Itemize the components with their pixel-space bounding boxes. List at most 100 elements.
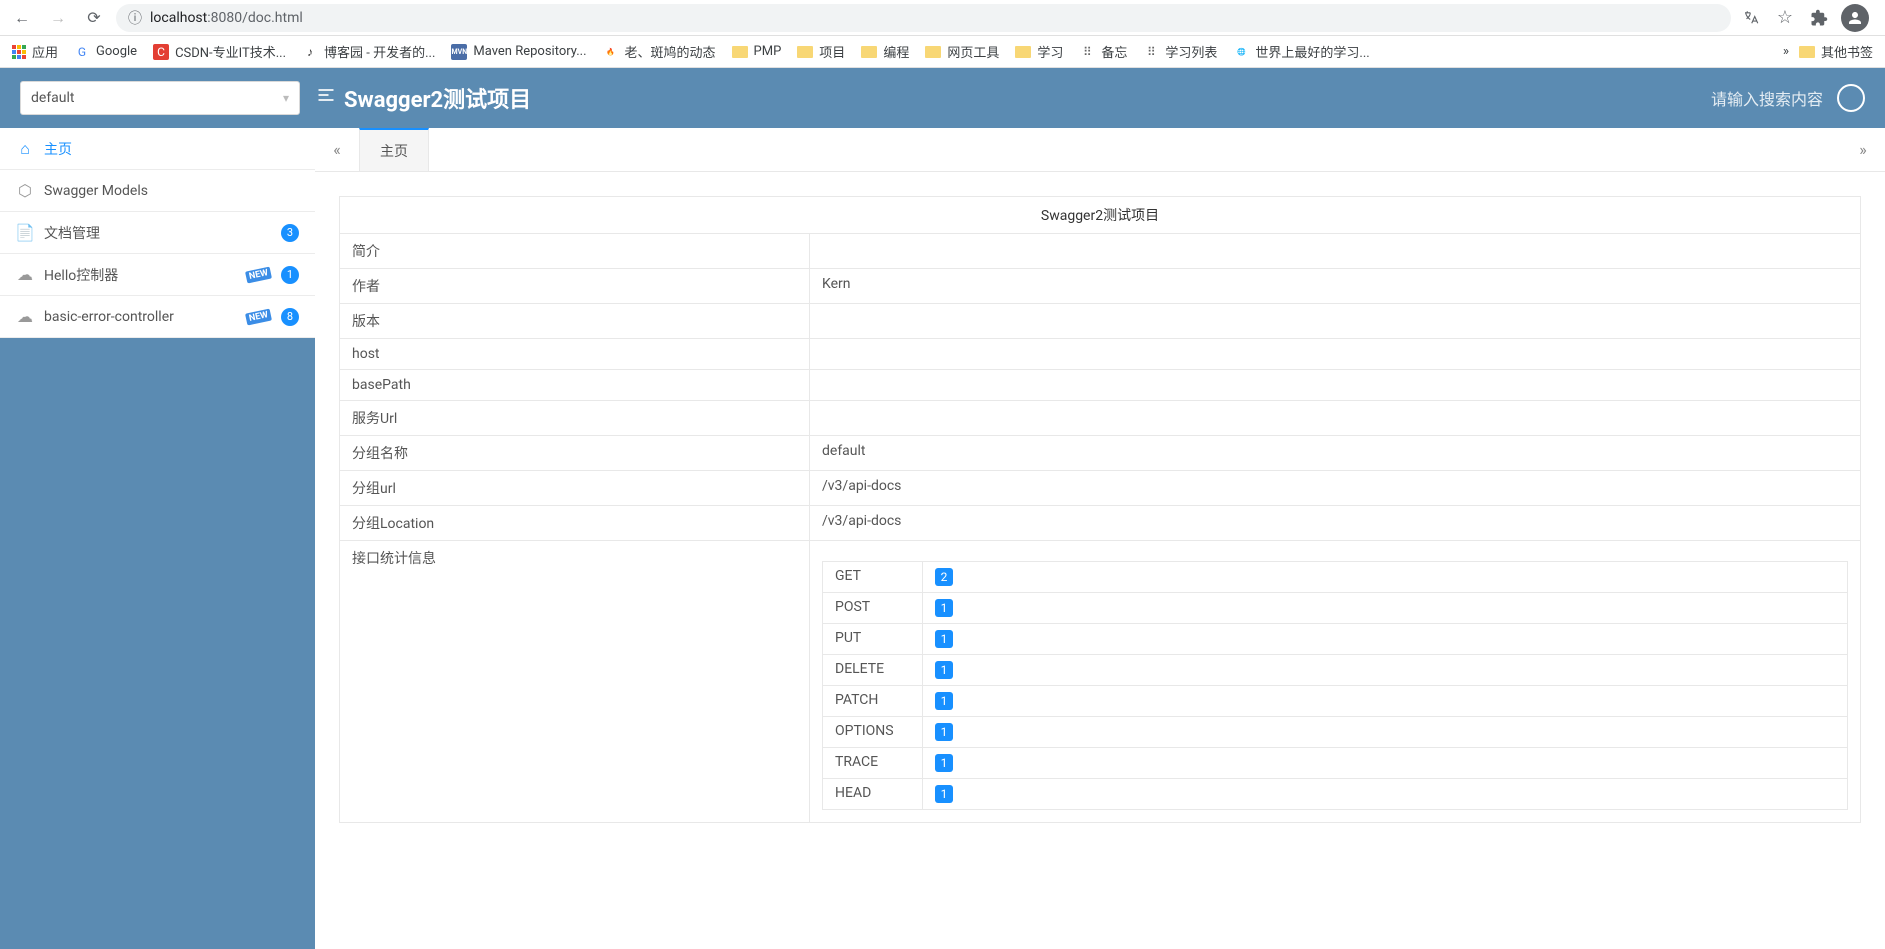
apps-icon	[12, 45, 26, 59]
bookmark-label: 编程	[883, 42, 909, 61]
sidebar: ⌂ 主页 ⬡ Swagger Models 📄 文档管理 3 ☁ Hello控制…	[0, 128, 315, 949]
info-row: 简介	[340, 234, 1861, 269]
group-select[interactable]: default	[20, 81, 300, 115]
sidebar-icon: ⬡	[16, 181, 34, 200]
stat-row: HEAD 1	[823, 779, 1848, 810]
sidebar-item[interactable]: ☁ basic-error-controller NEW8	[0, 296, 315, 338]
stat-method: POST	[823, 593, 923, 624]
stat-row: OPTIONS 1	[823, 717, 1848, 748]
site-info-icon[interactable]: ⓘ	[128, 8, 142, 28]
stat-count-cell: 1	[923, 779, 1848, 810]
bookmark-label: 博客园 - 开发者的...	[324, 42, 435, 61]
bookmark-item[interactable]: 编程	[861, 42, 909, 61]
bookmark-item[interactable]: 🔥老、斑鸠的动态	[603, 42, 716, 61]
menu-icon[interactable]	[316, 85, 336, 111]
bookmark-item[interactable]: ⠿备忘	[1079, 42, 1127, 61]
count-badge: 8	[281, 308, 299, 326]
bookmark-label: PMP	[754, 44, 782, 59]
bookmark-label: 世界上最好的学习...	[1255, 42, 1369, 61]
stat-method: PATCH	[823, 686, 923, 717]
star-icon[interactable]: ☆	[1773, 6, 1797, 30]
sidebar-item[interactable]: ⬡ Swagger Models	[0, 170, 315, 212]
app-title: Swagger2测试项目	[316, 82, 531, 114]
app-title-text: Swagger2测试项目	[344, 82, 531, 114]
back-button[interactable]: ←	[8, 4, 36, 32]
sidebar-item-label: 文档管理	[44, 223, 271, 243]
bookmark-icon: ♪	[302, 44, 318, 60]
bookmark-label: 项目	[819, 42, 845, 61]
bookmark-item[interactable]: 项目	[797, 42, 845, 61]
tab-home[interactable]: 主页	[359, 128, 429, 171]
translate-icon[interactable]	[1739, 6, 1763, 30]
tabs-next[interactable]: »	[1841, 128, 1885, 171]
other-bookmarks[interactable]: 其他书签	[1799, 42, 1873, 61]
stat-count-badge: 1	[935, 692, 953, 710]
forward-button[interactable]: →	[44, 4, 72, 32]
extensions-icon[interactable]	[1807, 6, 1831, 30]
search-placeholder[interactable]: 请输入搜索内容	[1711, 86, 1823, 110]
reload-button[interactable]: ⟳	[80, 4, 108, 32]
sidebar-item[interactable]: ⌂ 主页	[0, 128, 315, 170]
info-value: /v3/api-docs	[810, 506, 1861, 541]
info-value: Kern	[810, 269, 1861, 304]
sidebar-item-label: Swagger Models	[44, 183, 299, 199]
new-badge: NEW	[245, 266, 272, 283]
browser-toolbar: ← → ⟳ ⓘ localhost:8080/doc.html ☆	[0, 0, 1885, 36]
bookmark-item[interactable]: MVNMaven Repository...	[451, 44, 586, 60]
stat-count-badge: 1	[935, 630, 953, 648]
stat-method: DELETE	[823, 655, 923, 686]
stat-count-cell: 1	[923, 624, 1848, 655]
info-value	[810, 304, 1861, 339]
info-row: basePath	[340, 370, 1861, 401]
search-icon[interactable]	[1837, 84, 1865, 112]
folder-icon	[861, 46, 877, 58]
bookmark-item[interactable]: GGoogle	[74, 44, 137, 60]
bookmark-label: Google	[96, 44, 137, 59]
info-row: 版本	[340, 304, 1861, 339]
bookmark-icon: 🔥	[603, 44, 619, 60]
bookmark-item[interactable]: ♪ 博客园 - 开发者的...	[302, 42, 435, 61]
bookmark-label: CSDN-专业IT技术...	[175, 42, 286, 61]
info-label: 分组url	[340, 471, 810, 506]
bookmark-item[interactable]: 学习	[1015, 42, 1063, 61]
info-table: Swagger2测试项目 简介 作者 Kern 版本 host basePath…	[339, 196, 1861, 823]
info-row: host	[340, 339, 1861, 370]
stat-count-badge: 1	[935, 754, 953, 772]
tabs-prev[interactable]: «	[315, 128, 359, 171]
bookmark-item[interactable]: 🌐世界上最好的学习...	[1233, 42, 1369, 61]
info-label: 版本	[340, 304, 810, 339]
address-bar[interactable]: ⓘ localhost:8080/doc.html	[116, 4, 1731, 32]
info-value	[810, 401, 1861, 436]
stat-row: PUT 1	[823, 624, 1848, 655]
sidebar-icon: 📄	[16, 223, 34, 242]
stat-row: GET 2	[823, 562, 1848, 593]
info-value: default	[810, 436, 1861, 471]
bookmark-label: 学习	[1037, 42, 1063, 61]
stat-count-cell: 1	[923, 748, 1848, 779]
stat-method: HEAD	[823, 779, 923, 810]
sidebar-icon: ⌂	[16, 139, 34, 159]
info-row: 分组url /v3/api-docs	[340, 471, 1861, 506]
sidebar-item[interactable]: ☁ Hello控制器 NEW1	[0, 254, 315, 296]
sidebar-item[interactable]: 📄 文档管理 3	[0, 212, 315, 254]
folder-icon	[925, 46, 941, 58]
info-value	[810, 339, 1861, 370]
apps-shortcut[interactable]: 应用	[12, 42, 58, 61]
stat-row: DELETE 1	[823, 655, 1848, 686]
sidebar-icon: ☁	[16, 265, 34, 284]
folder-icon	[1799, 46, 1815, 58]
info-label: 作者	[340, 269, 810, 304]
bookmark-item[interactable]: CCSDN-专业IT技术...	[153, 42, 286, 61]
bookmarks-overflow[interactable]: »	[1783, 44, 1789, 59]
profile-avatar[interactable]	[1841, 4, 1869, 32]
sidebar-item-label: basic-error-controller	[44, 309, 236, 325]
bookmark-item[interactable]: ⠿学习列表	[1143, 42, 1217, 61]
stat-count-cell: 1	[923, 686, 1848, 717]
bookmark-item[interactable]: 网页工具	[925, 42, 999, 61]
info-table-title: Swagger2测试项目	[340, 197, 1861, 234]
info-row: 作者 Kern	[340, 269, 1861, 304]
bookmark-item[interactable]: PMP	[732, 44, 782, 59]
stat-method: GET	[823, 562, 923, 593]
info-value	[810, 370, 1861, 401]
info-label: 服务Url	[340, 401, 810, 436]
